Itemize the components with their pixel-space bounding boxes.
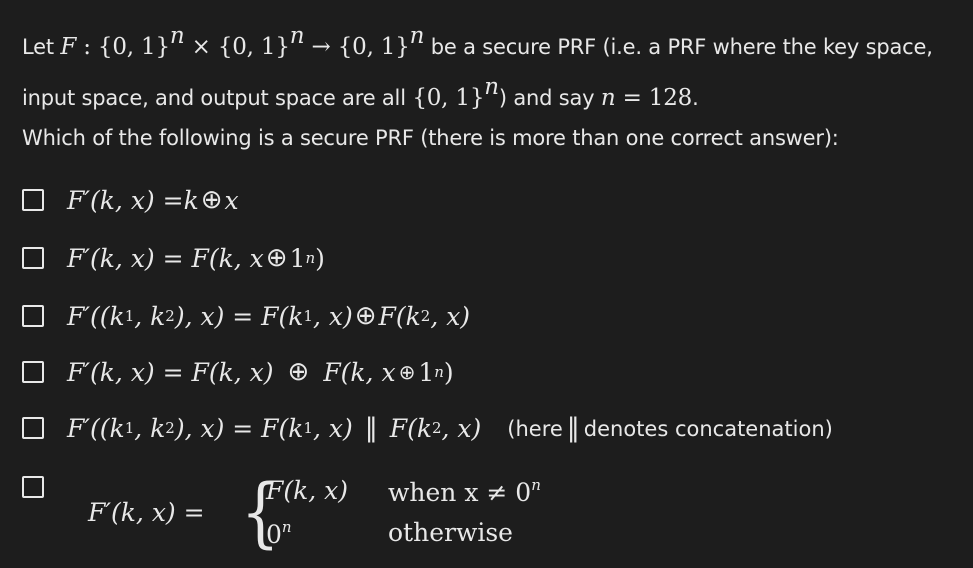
option-6-lhs: F′(k, x) = [88, 498, 205, 527]
intro-colon: : [76, 34, 98, 60]
intro-prf-name: F [60, 34, 77, 60]
option-6-checkbox[interactable] [22, 476, 44, 498]
option-2-sup: n [305, 249, 316, 267]
option-2-lhs: F′(k, x) = F(k, x [67, 243, 264, 273]
option-5-sub2: 2 [165, 419, 175, 437]
option-5-formula: F′((k 1, k 2), x) = F(k 1, x) ‖ F(k 2, x) (her… [67, 413, 833, 443]
intro-let: Let [22, 35, 54, 59]
option-6-case-2-base: 0 [266, 520, 282, 549]
option-3-sub2: 2 [165, 307, 175, 325]
option-5-mid3: , x) [312, 413, 353, 443]
option-4-lhs: F′(k, x) = F(k, x) [67, 357, 274, 387]
option-4-one: 1 [418, 357, 435, 387]
xor-icon: ⊕ [287, 357, 310, 387]
intro-set-3: {0, 1} [337, 34, 410, 60]
intro-n-var: n [600, 85, 616, 111]
option-3-end: , x) [430, 301, 471, 331]
option-5-end: , x) [441, 413, 482, 443]
intro-text-and: ) and say [498, 86, 601, 110]
intro-set-2: {0, 1} [217, 34, 290, 60]
intro-arrow: → [304, 34, 338, 60]
intro-set-1: {0, 1} [97, 34, 170, 60]
option-4-rhs: F(k, x [323, 357, 396, 387]
option-1[interactable]: F′(k, x) = k ⊕ x [22, 180, 239, 220]
option-5-lhs: F′((k [67, 413, 125, 443]
option-5-rhs: F(k [389, 413, 432, 443]
concat-note-icon: ‖ [566, 413, 580, 443]
option-4-formula: F′(k, x) = F(k, x) ⊕ F(k, x ⊕ 1 n) [67, 357, 454, 387]
option-6[interactable]: F′(k, x) = { F(k, x) 0n when x ≠ 0n othe… [22, 470, 722, 560]
option-5-mid2: ), x) = F(k [174, 413, 304, 443]
option-5-note-close: denotes concatenation) [583, 417, 833, 441]
option-2-formula: F′(k, x) = F(k, x ⊕ 1 n) [67, 243, 325, 273]
xor-small-icon: ⊕ [398, 360, 416, 384]
intro-text-end: . [692, 86, 699, 110]
option-3-mid1: , k [134, 301, 166, 331]
option-3-rhs: F(k [378, 301, 421, 331]
option-6-case-1: F(k, x) [266, 476, 348, 505]
option-4-sup: n [434, 363, 444, 381]
option-5-note-open: (here [507, 417, 563, 441]
option-3[interactable]: F′((k 1, k 2), x) = F(k 1, x) ⊕ F(k 2, x) [22, 296, 470, 336]
option-6-case-2-sup: n [281, 518, 292, 536]
option-2-checkbox[interactable] [22, 247, 44, 269]
option-3-mid2: ), x) = F(k [174, 301, 304, 331]
option-4-close: ) [443, 357, 454, 387]
intro-n-value: = 128 [615, 85, 693, 111]
question-prompt: Which of the following is a secure PRF (… [22, 126, 839, 150]
xor-icon: ⊕ [354, 301, 377, 331]
option-3-formula: F′((k 1, k 2), x) = F(k 1, x) ⊕ F(k 2, x) [67, 301, 470, 331]
option-4[interactable]: F′(k, x) = F(k, x) ⊕ F(k, x ⊕ 1 n) [22, 352, 454, 392]
option-5-sub3: 1 [303, 419, 313, 437]
option-6-cond-1-sup: n [531, 476, 541, 494]
option-5[interactable]: F′((k 1, k 2), x) = F(k 1, x) ‖ F(k 2, x) (her… [22, 408, 833, 448]
option-5-mid1: , k [134, 413, 166, 443]
option-6-cond-1: when x ≠ 0n [388, 476, 541, 507]
option-1-lhs: F′(k, x) = [67, 185, 184, 215]
intro-exp-4: n [484, 74, 499, 100]
option-3-sub1: 1 [124, 307, 135, 325]
option-3-sub3: 1 [303, 307, 313, 325]
option-1-formula: F′(k, x) = k ⊕ x [67, 185, 239, 215]
xor-icon: ⊕ [265, 243, 288, 273]
intro-exp-3: n [409, 23, 425, 49]
option-5-sub4: 2 [431, 419, 442, 437]
option-2-close: ) [315, 243, 325, 273]
option-5-note: (here ‖ denotes concatenation) [507, 413, 833, 443]
option-1-k: k [183, 185, 199, 215]
option-3-sub4: 2 [420, 307, 431, 325]
intro-times: × [184, 34, 218, 60]
option-1-checkbox[interactable] [22, 189, 44, 211]
option-5-sub1: 1 [124, 419, 135, 437]
option-3-checkbox[interactable] [22, 305, 44, 327]
option-6-cond-1-text: when x ≠ 0 [388, 478, 532, 507]
intro-exp-2: n [289, 23, 305, 49]
option-3-lhs: F′((k [67, 301, 125, 331]
option-6-case-2: 0n [266, 518, 292, 549]
concat-icon: ‖ [364, 413, 378, 443]
option-5-checkbox[interactable] [22, 417, 44, 439]
option-1-x: x [224, 185, 239, 215]
problem-statement: Let F : {0, 1}n × {0, 1}n → {0, 1}n be a… [22, 16, 962, 118]
intro-exp-1: n [169, 23, 185, 49]
xor-icon: ⊕ [200, 185, 223, 215]
option-6-cond-2: otherwise [388, 518, 513, 547]
intro-set-4: {0, 1} [412, 85, 485, 111]
option-2[interactable]: F′(k, x) = F(k, x ⊕ 1 n) [22, 238, 325, 278]
option-3-mid3: , x) [312, 301, 353, 331]
option-4-checkbox[interactable] [22, 361, 44, 383]
option-2-one: 1 [289, 243, 306, 273]
